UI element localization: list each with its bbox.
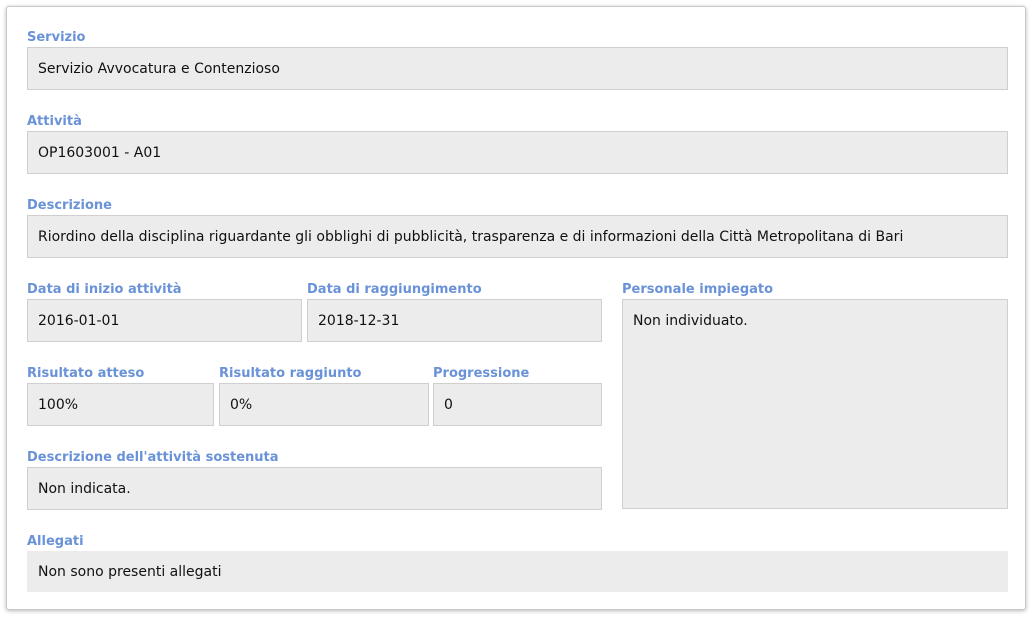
data-raggiungimento-field: 2018-12-31 <box>307 299 602 342</box>
risultato-raggiunto-label: Risultato raggiunto <box>219 366 362 381</box>
descrizione-sostenuta-label: Descrizione dell'attività sostenuta <box>27 450 279 465</box>
allegati-field: Non sono presenti allegati <box>27 551 1008 592</box>
risultato-atteso-label: Risultato atteso <box>27 366 145 381</box>
progressione-label: Progressione <box>433 366 530 381</box>
servizio-field: Servizio Avvocatura e Contenzioso <box>27 47 1008 90</box>
data-raggiungimento-label: Data di raggiungimento <box>307 282 482 297</box>
risultato-atteso-field: 100% <box>27 383 214 426</box>
personale-label: Personale impiegato <box>622 282 774 297</box>
data-inizio-label: Data di inizio attività <box>27 282 182 297</box>
servizio-label: Servizio <box>27 30 86 45</box>
attivita-label: Attività <box>27 114 82 129</box>
allegati-label: Allegati <box>27 534 84 549</box>
descrizione-label: Descrizione <box>27 198 112 213</box>
descrizione-sostenuta-field: Non indicata. <box>27 467 602 510</box>
risultato-raggiunto-field: 0% <box>219 383 429 426</box>
activity-detail-card: Servizio Servizio Avvocatura e Contenzio… <box>6 6 1026 610</box>
data-inizio-field: 2016-01-01 <box>27 299 302 342</box>
progressione-field: 0 <box>433 383 602 426</box>
personale-field: Non individuato. <box>622 299 1008 509</box>
attivita-field: OP1603001 - A01 <box>27 131 1008 174</box>
descrizione-field: Riordino della disciplina riguardante gl… <box>27 215 1008 258</box>
